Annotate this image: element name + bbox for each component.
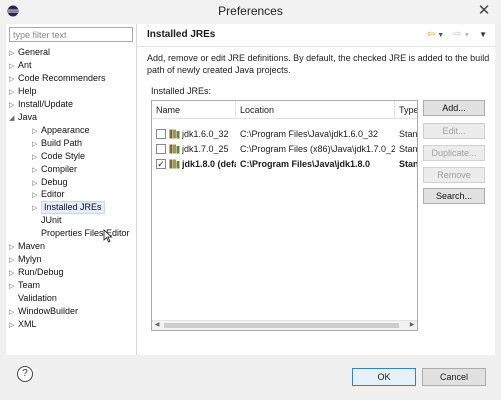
tree-item[interactable]: ▷ Install/Update [9,98,73,111]
table-header: Name Location Type [152,101,417,119]
tree-item[interactable]: ◢ Java [9,111,37,124]
back-arrow-icon[interactable]: ⇦ [427,29,435,40]
scroll-right-icon[interactable]: ▶ [407,321,417,330]
jre-type-cell: Standard VM [399,129,417,139]
jre-name-cell: jdk1.6.0_32 [182,129,229,139]
tree-item[interactable]: ▷ Maven [9,240,45,253]
tree-item-label: Mylyn [18,254,42,265]
ok-button[interactable]: OK [352,368,416,386]
close-button[interactable]: ✕ [473,1,495,21]
window-title: Preferences [218,4,283,18]
tree-item-label: Code Recommenders [18,72,106,83]
default-jre-checkbox[interactable]: ✓ [156,159,166,169]
column-header-name[interactable]: Name [152,101,236,119]
tree-item-label: Installed JREs [41,201,105,215]
jre-location-cell: C:\Program Files\Java\jdk1.6.0_32 [240,129,379,139]
tree-item-label: JUnit [41,215,62,226]
search-button[interactable]: Search... [423,188,485,204]
scroll-left-icon[interactable]: ◀ [152,321,162,330]
tree-item-label: Help [18,85,37,96]
jre-name-cell: jdk1.8.0 (default) [182,159,236,169]
jre-library-icon [169,129,180,139]
tree-item-label: Ant [18,59,32,70]
cancel-button[interactable]: Cancel [422,368,486,386]
back-dropdown-icon[interactable]: ▼ [437,32,444,39]
jre-name-cell: jdk1.7.0_25 [182,144,229,154]
page-description: Add, remove or edit JRE definitions. By … [147,53,490,75]
jre-location-cell: C:\Program Files\Java\jdk1.8.0 [240,159,371,169]
tree-item[interactable]: ▷ Run/Debug [9,266,64,279]
jre-library-icon [169,144,180,154]
column-header-location[interactable]: Location [236,101,395,119]
tree-item[interactable]: Properties Files Editor [32,227,130,240]
table-row[interactable]: ✓ jdk1.8.0 (default) C:\Program Files\Java… [152,157,417,171]
preference-tree-panel: ▷General▷Ant▷Code Recommenders▷Help▷Inst… [6,24,137,355]
tree-item-label: Appearance [41,124,90,135]
tree-item[interactable]: ▷ General [9,46,50,59]
scrollbar-thumb[interactable] [164,323,399,328]
tree-item[interactable]: ▷ Editor [32,188,65,201]
tree-item[interactable]: ▷ XML [9,318,37,331]
edit-button[interactable]: Edit... [423,123,485,139]
tree-item[interactable]: ▷ Appearance [32,124,90,137]
add-button[interactable]: Add... [423,100,485,116]
tree-item-label: Debug [41,176,68,187]
tree-item-label: Java [18,111,38,122]
tree-item[interactable]: ▷ Mylyn [9,253,42,266]
tree-item-label: Properties Files Editor [41,228,130,239]
tree-item[interactable]: ▷ Ant [9,59,32,72]
tree-item-label: Team [18,280,41,291]
tree-item[interactable]: ▷ Compiler [32,163,77,176]
jre-table: Name Location Type jdk1.6.0_32 C:\Program… [151,100,418,331]
jre-location-cell: C:\Program Files (x86)\Java\jdk1.7.0_25 [240,144,395,154]
tree-item-label: Validation [18,293,57,304]
tree-item[interactable]: Validation [9,292,57,305]
tree-item[interactable]: ▷ Debug [32,176,68,189]
tree-item-label: Editor [41,189,65,200]
remove-button[interactable]: Remove [423,167,485,183]
tree-item[interactable]: ▷ Team [9,279,40,292]
horizontal-scrollbar[interactable]: ◀ ▶ [152,320,417,330]
preferences-dialog: Preferences ✕ ▷General▷Ant▷Code Recommen… [0,0,501,400]
jre-type-cell: Standard VM [399,144,417,154]
tree-item-label: Install/Update [18,98,74,109]
tree-item[interactable]: JUnit [32,214,62,227]
tree-item[interactable]: ▷ Installed JREs [32,201,105,215]
help-icon[interactable]: ? [17,366,33,382]
filter-input[interactable] [9,27,133,42]
tree-item-label: Maven [18,241,46,252]
tree-item-label: General [18,47,51,57]
table-row[interactable]: jdk1.6.0_32 C:\Program Files\Java\jdk1.6.… [152,127,417,141]
duplicate-button[interactable]: Duplicate... [423,145,485,161]
expanded-arrow-icon[interactable]: ◢ [9,112,18,125]
title-bar: Preferences ✕ [0,0,501,24]
installed-jres-page: Installed JREs ⇦ ▼ ⇨ ▼ ▼ Add, remove or ed… [137,24,495,355]
tree-item[interactable]: ▷ Build Path [32,137,82,150]
jre-type-cell: Standard VM [399,159,417,169]
tree-item-label: Run/Debug [18,267,64,278]
default-jre-checkbox[interactable] [156,144,166,154]
tree-item-label: Build Path [41,137,83,148]
tree-item[interactable]: ▷ Code Recommenders [9,72,106,85]
view-menu-icon[interactable]: ▼ [479,30,487,39]
tree-item[interactable]: ▷ Help [9,85,37,98]
mouse-cursor-icon [103,229,113,243]
forward-arrow-icon[interactable]: ⇨ [453,29,461,40]
tree-item-label: Compiler [41,163,78,174]
tree-item[interactable]: ▷ WindowBuilder [9,305,78,318]
installed-jres-label: Installed JREs: [151,86,212,96]
header-separator [137,46,495,47]
page-title: Installed JREs [147,29,216,40]
page-navigation: ⇦ ▼ ⇨ ▼ ▼ [421,29,487,41]
collapsed-arrow-icon[interactable]: ▷ [9,319,18,332]
tree-item[interactable]: ▷ Code Style [32,150,85,163]
tree-item-label: Code Style [41,150,86,161]
tree-item-label: WindowBuilder [18,306,79,316]
default-jre-checkbox[interactable] [156,129,166,139]
column-header-type[interactable]: Type [395,101,417,119]
table-row[interactable]: jdk1.7.0_25 C:\Program Files (x86)\Java\j… [152,142,417,156]
tree-item-label: XML [18,318,37,329]
jre-library-icon [169,159,180,169]
forward-dropdown-icon[interactable]: ▼ [463,32,470,39]
